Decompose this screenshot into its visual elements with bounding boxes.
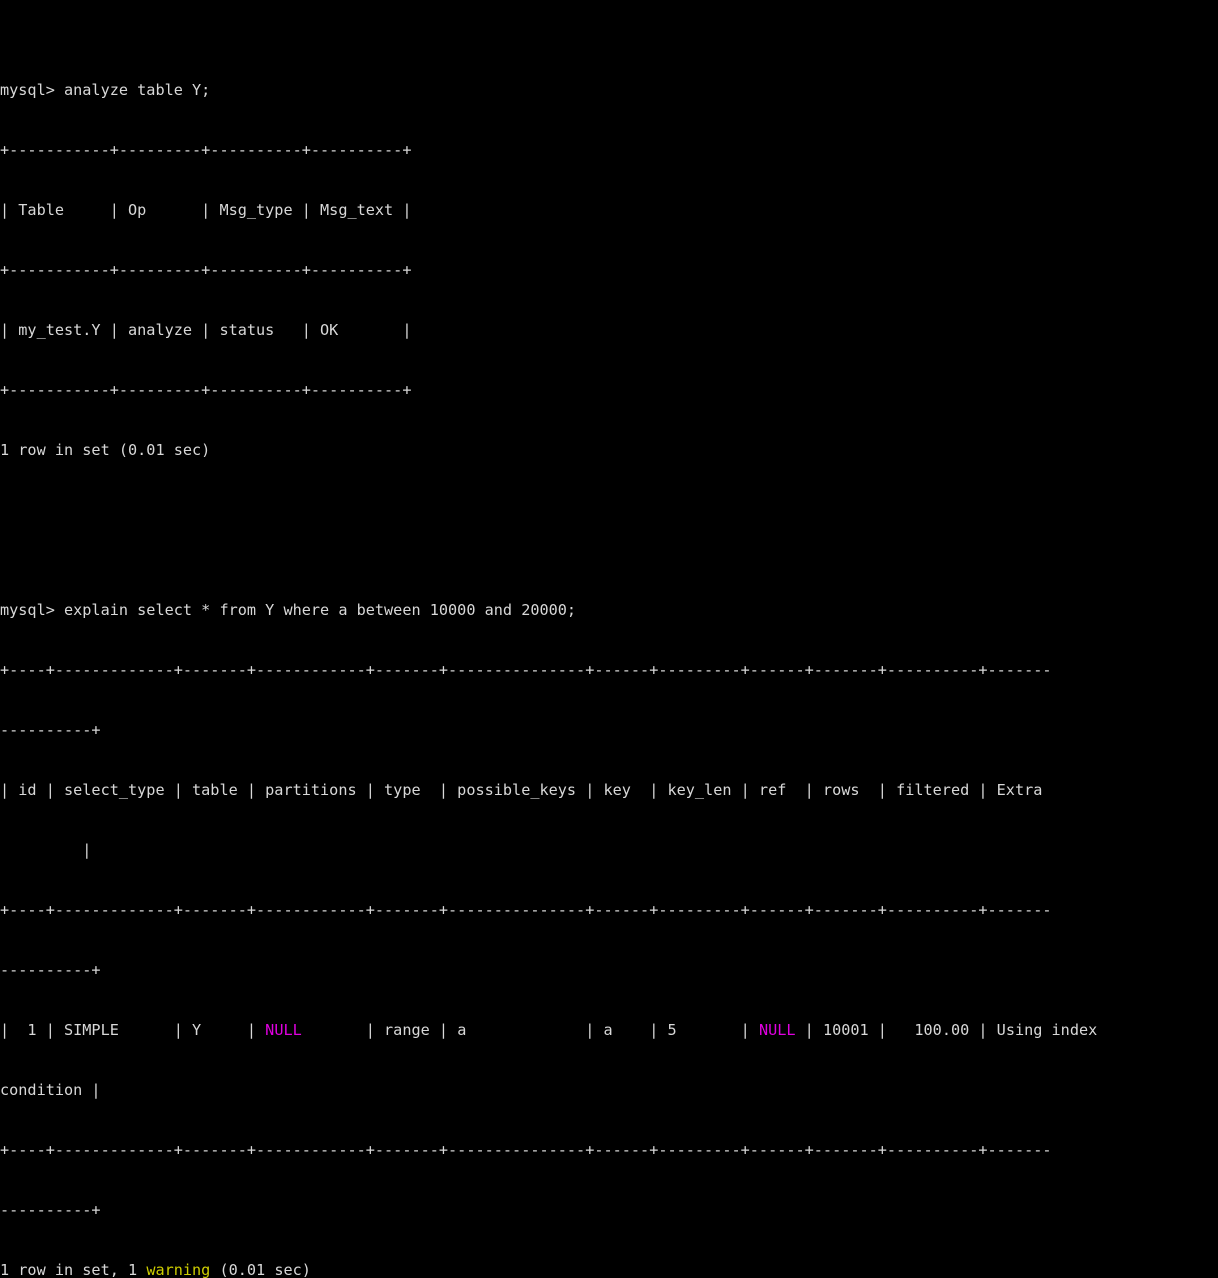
explain1-row-prefix: | 1 | SIMPLE | Y | bbox=[0, 1021, 266, 1039]
warning-token: warning bbox=[146, 1261, 211, 1278]
table-separator-bottom: +-----------+---------+----------+------… bbox=[0, 381, 412, 399]
explain1-partitions-null: NULL bbox=[265, 1021, 302, 1039]
explain1-header-row-b: | bbox=[0, 841, 92, 859]
explain1-ref-null: NULL bbox=[758, 1021, 796, 1039]
table-row: | my_test.Y | analyze | status | OK | bbox=[0, 321, 412, 339]
command-line-analyze: mysql> analyze table Y; bbox=[0, 81, 211, 99]
explain1-data-row-b: condition | bbox=[0, 1081, 101, 1099]
explain1-row-middle: | range | a | a | 5 | bbox=[301, 1021, 759, 1039]
table-separator-mid: +-----------+---------+----------+------… bbox=[0, 261, 412, 279]
table-header-row: | Table | Op | Msg_type | Msg_text | bbox=[0, 201, 412, 219]
explain1-separator-bottom-b: ----------+ bbox=[0, 1201, 101, 1219]
status-prefix: 1 row in set, 1 bbox=[0, 1261, 147, 1278]
status-line-analyze: 1 row in set (0.01 sec) bbox=[0, 441, 211, 459]
table-separator-top: +-----------+---------+----------+------… bbox=[0, 141, 412, 159]
explain1-separator-mid-b: ----------+ bbox=[0, 961, 101, 979]
status-line-explain-1: 1 row in set, 1 warning (0.01 sec) bbox=[0, 1260, 1218, 1278]
terminal-output[interactable]: mysql> analyze table Y; +-----------+---… bbox=[0, 0, 1218, 1278]
command-line-explain-1: mysql> explain select * from Y where a b… bbox=[0, 601, 577, 619]
explain1-header-row-a: | id | select_type | table | partitions … bbox=[0, 781, 1043, 799]
explain1-separator-bottom-a: +----+-------------+-------+------------… bbox=[0, 1141, 1052, 1159]
explain1-row-suffix: | 10001 | 100.00 | Using index bbox=[795, 1021, 1098, 1039]
explain1-separator-top-a: +----+-------------+-------+------------… bbox=[0, 661, 1052, 679]
explain1-data-row-a: | 1 | SIMPLE | Y | NULL | range | a | a … bbox=[0, 1020, 1218, 1040]
explain1-separator-mid-a: +----+-------------+-------+------------… bbox=[0, 901, 1052, 919]
explain1-separator-top-b: ----------+ bbox=[0, 721, 101, 739]
status-suffix: (0.01 sec) bbox=[210, 1261, 311, 1278]
